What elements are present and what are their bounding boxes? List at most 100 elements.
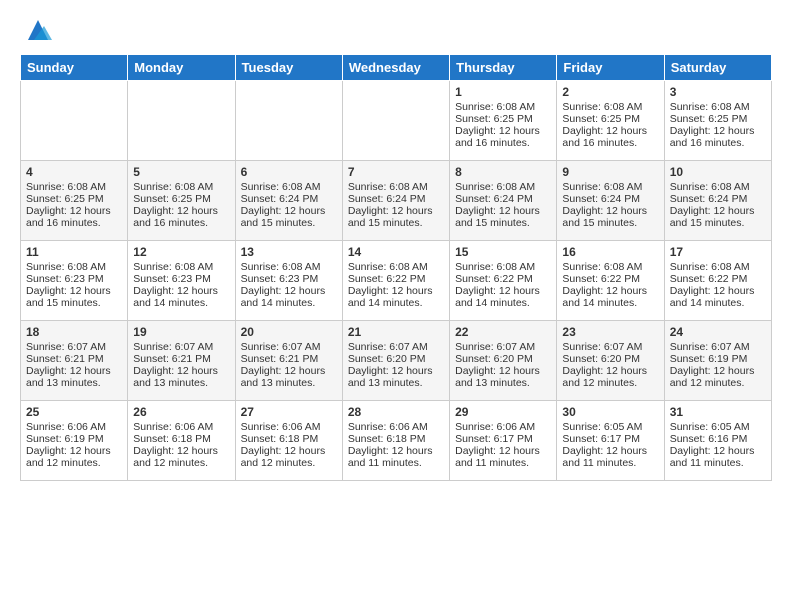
day-info: Sunrise: 6:08 AM (241, 261, 337, 273)
day-info: Daylight: 12 hours (26, 285, 122, 297)
calendar-cell: 21Sunrise: 6:07 AMSunset: 6:20 PMDayligh… (342, 321, 449, 401)
day-number: 28 (348, 405, 444, 419)
day-info: and 13 minutes. (348, 377, 444, 389)
day-info: Daylight: 12 hours (562, 125, 658, 137)
day-info: Sunset: 6:25 PM (455, 113, 551, 125)
day-info: and 16 minutes. (133, 217, 229, 229)
calendar-cell: 18Sunrise: 6:07 AMSunset: 6:21 PMDayligh… (21, 321, 128, 401)
day-info: and 13 minutes. (26, 377, 122, 389)
day-info: Sunset: 6:24 PM (241, 193, 337, 205)
day-info: Sunset: 6:19 PM (670, 353, 766, 365)
day-info: Daylight: 12 hours (241, 285, 337, 297)
column-header-thursday: Thursday (450, 55, 557, 81)
day-info: and 12 minutes. (241, 457, 337, 469)
day-number: 25 (26, 405, 122, 419)
day-info: and 12 minutes. (133, 457, 229, 469)
column-header-sunday: Sunday (21, 55, 128, 81)
day-info: Sunset: 6:22 PM (562, 273, 658, 285)
day-info: and 15 minutes. (348, 217, 444, 229)
day-info: Sunrise: 6:07 AM (241, 341, 337, 353)
day-number: 16 (562, 245, 658, 259)
day-info: Sunset: 6:23 PM (26, 273, 122, 285)
day-info: Sunrise: 6:07 AM (455, 341, 551, 353)
day-number: 22 (455, 325, 551, 339)
day-info: Daylight: 12 hours (670, 125, 766, 137)
day-info: Sunset: 6:22 PM (455, 273, 551, 285)
day-info: and 14 minutes. (241, 297, 337, 309)
calendar-cell (21, 81, 128, 161)
day-info: and 14 minutes. (670, 297, 766, 309)
day-number: 21 (348, 325, 444, 339)
day-number: 20 (241, 325, 337, 339)
calendar-cell: 28Sunrise: 6:06 AMSunset: 6:18 PMDayligh… (342, 401, 449, 481)
day-info: Sunrise: 6:08 AM (562, 261, 658, 273)
day-info: Daylight: 12 hours (26, 205, 122, 217)
day-info: and 12 minutes. (670, 377, 766, 389)
day-info: and 16 minutes. (26, 217, 122, 229)
day-number: 10 (670, 165, 766, 179)
day-info: Sunset: 6:25 PM (133, 193, 229, 205)
day-number: 17 (670, 245, 766, 259)
calendar-table: SundayMondayTuesdayWednesdayThursdayFrid… (20, 54, 772, 481)
calendar-cell: 6Sunrise: 6:08 AMSunset: 6:24 PMDaylight… (235, 161, 342, 241)
day-number: 8 (455, 165, 551, 179)
day-info: and 12 minutes. (26, 457, 122, 469)
day-number: 3 (670, 85, 766, 99)
day-number: 14 (348, 245, 444, 259)
calendar-cell: 14Sunrise: 6:08 AMSunset: 6:22 PMDayligh… (342, 241, 449, 321)
day-info: Sunrise: 6:05 AM (562, 421, 658, 433)
day-number: 9 (562, 165, 658, 179)
calendar-week-row: 1Sunrise: 6:08 AMSunset: 6:25 PMDaylight… (21, 81, 772, 161)
day-info: Daylight: 12 hours (670, 445, 766, 457)
day-info: and 11 minutes. (670, 457, 766, 469)
day-info: Sunrise: 6:06 AM (455, 421, 551, 433)
calendar-cell: 29Sunrise: 6:06 AMSunset: 6:17 PMDayligh… (450, 401, 557, 481)
day-info: Sunrise: 6:06 AM (133, 421, 229, 433)
day-info: Sunrise: 6:08 AM (26, 261, 122, 273)
day-info: Sunrise: 6:06 AM (241, 421, 337, 433)
day-info: Daylight: 12 hours (562, 285, 658, 297)
day-info: Daylight: 12 hours (241, 205, 337, 217)
day-info: Sunrise: 6:08 AM (241, 181, 337, 193)
day-info: Sunrise: 6:08 AM (670, 261, 766, 273)
day-info: Daylight: 12 hours (133, 285, 229, 297)
day-info: Daylight: 12 hours (455, 285, 551, 297)
day-info: Sunset: 6:25 PM (670, 113, 766, 125)
day-info: and 11 minutes. (562, 457, 658, 469)
day-info: Sunset: 6:19 PM (26, 433, 122, 445)
day-number: 2 (562, 85, 658, 99)
day-number: 18 (26, 325, 122, 339)
calendar-week-row: 18Sunrise: 6:07 AMSunset: 6:21 PMDayligh… (21, 321, 772, 401)
day-info: Daylight: 12 hours (348, 445, 444, 457)
calendar-cell: 12Sunrise: 6:08 AMSunset: 6:23 PMDayligh… (128, 241, 235, 321)
calendar-cell: 17Sunrise: 6:08 AMSunset: 6:22 PMDayligh… (664, 241, 771, 321)
day-info: Daylight: 12 hours (562, 365, 658, 377)
day-info: Sunset: 6:24 PM (670, 193, 766, 205)
calendar-cell: 25Sunrise: 6:06 AMSunset: 6:19 PMDayligh… (21, 401, 128, 481)
calendar-cell: 27Sunrise: 6:06 AMSunset: 6:18 PMDayligh… (235, 401, 342, 481)
day-info: Sunset: 6:21 PM (133, 353, 229, 365)
day-number: 13 (241, 245, 337, 259)
calendar-cell: 30Sunrise: 6:05 AMSunset: 6:17 PMDayligh… (557, 401, 664, 481)
calendar-cell: 13 Sunrise: 6:08 AMSunset: 6:23 PMDayligh… (235, 241, 342, 321)
day-info: Sunrise: 6:08 AM (455, 261, 551, 273)
day-info: Daylight: 12 hours (133, 365, 229, 377)
day-info: and 13 minutes. (455, 377, 551, 389)
day-info: Daylight: 12 hours (562, 445, 658, 457)
day-info: Sunset: 6:18 PM (241, 433, 337, 445)
day-info: and 15 minutes. (241, 217, 337, 229)
day-info: Sunset: 6:20 PM (562, 353, 658, 365)
day-number: 15 (455, 245, 551, 259)
day-info: Sunrise: 6:07 AM (26, 341, 122, 353)
day-info: Daylight: 12 hours (241, 445, 337, 457)
calendar-cell: 24Sunrise: 6:07 AMSunset: 6:19 PMDayligh… (664, 321, 771, 401)
calendar-cell: 1Sunrise: 6:08 AMSunset: 6:25 PMDaylight… (450, 81, 557, 161)
day-info: Sunset: 6:25 PM (562, 113, 658, 125)
day-number: 19 (133, 325, 229, 339)
day-info: Daylight: 12 hours (670, 205, 766, 217)
day-number: 7 (348, 165, 444, 179)
calendar-cell: 8Sunrise: 6:08 AMSunset: 6:24 PMDaylight… (450, 161, 557, 241)
day-number: 26 (133, 405, 229, 419)
day-info: Daylight: 12 hours (26, 365, 122, 377)
day-info: Sunset: 6:23 PM (241, 273, 337, 285)
